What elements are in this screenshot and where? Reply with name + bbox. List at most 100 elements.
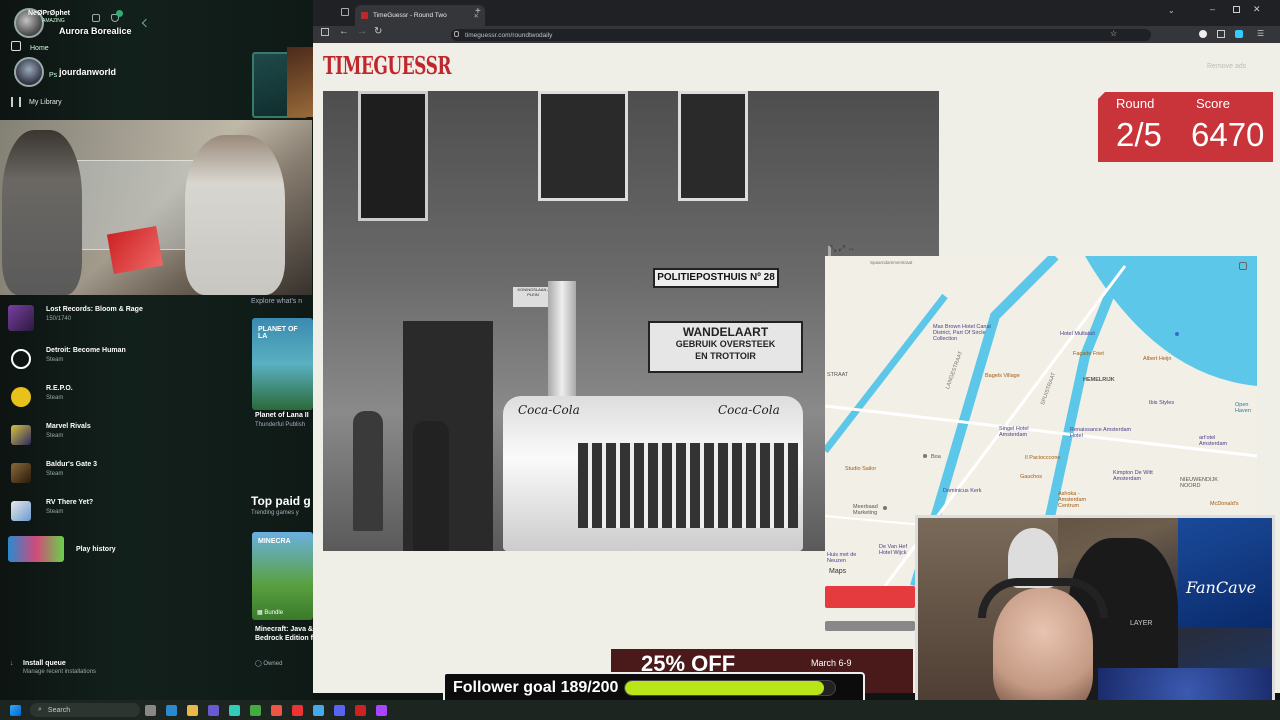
url-text: timeguessr.com/roundtwodaily [465, 31, 553, 39]
xbox-icon[interactable] [250, 704, 261, 716]
map-place[interactable]: Singel Hotel Amsterdam [999, 426, 1049, 438]
new-tab-button[interactable]: + [475, 6, 481, 17]
game-item-detroit[interactable]: Detroit: Become Human Steam [8, 346, 248, 372]
address-bar[interactable]: timeguessr.com/roundtwodaily [451, 29, 1151, 41]
score-label: Score [1196, 96, 1230, 111]
map-pin[interactable] [1175, 332, 1179, 336]
timeguessr-logo[interactable]: TIMEGUESSR [323, 53, 452, 81]
map-expand-icon[interactable] [1239, 262, 1247, 270]
nav-my-library[interactable]: My Library [11, 97, 62, 107]
discord-icon[interactable] [334, 704, 345, 716]
sign-line-2: GEBRUIK OVERSTEEK [675, 339, 776, 349]
play-history-item[interactable]: Play history [8, 536, 248, 562]
map-pin[interactable] [883, 506, 887, 510]
game-platform: Steam [46, 509, 64, 515]
nav-people-label: Ps [49, 72, 58, 79]
task-view-icon[interactable] [145, 704, 156, 716]
apple-maps-attribution: Maps [829, 568, 846, 575]
map-place[interactable]: McDonald's [1210, 501, 1239, 507]
minecraft-card[interactable]: MINECRA [252, 532, 313, 620]
webcam-overlay-shop [0, 120, 312, 295]
game-item-repo[interactable]: R.E.P.O. Steam [8, 384, 248, 410]
taskbar-search-label: Search [47, 706, 71, 714]
minimize-button[interactable]: – [1210, 4, 1215, 14]
map-district: STRAAT [827, 372, 849, 378]
app-icon-1[interactable] [229, 704, 240, 716]
tab-actions-icon[interactable] [341, 8, 349, 16]
map-place[interactable]: Ibis Styles [1149, 400, 1174, 406]
game-item-rv-there-yet[interactable]: RV There Yet? Steam [8, 498, 248, 524]
photo-window-1 [538, 91, 628, 201]
extension-icon-2[interactable] [1217, 30, 1225, 38]
maximize-button[interactable] [1233, 6, 1240, 13]
map-place[interactable]: art'otel Amsterdam [1199, 435, 1244, 447]
browser-menu-icon[interactable]: ☰ [1257, 29, 1264, 38]
map-place[interactable]: Studio Sailor [845, 466, 876, 472]
extension-icon-1[interactable] [1199, 30, 1207, 38]
map-place[interactable]: Meerbaad Marketing [853, 504, 893, 516]
notification-badge [116, 10, 123, 17]
tab-timeguessr[interactable]: TimeGuessr - Round Two ✕ [355, 5, 485, 26]
game-item-baldurs-gate[interactable]: Baldur's Gate 3 Steam [8, 460, 248, 486]
install-queue-title[interactable]: Install queue [23, 660, 66, 667]
map-place[interactable]: Hotel Multatuli [1060, 331, 1095, 337]
store-icon[interactable] [208, 704, 219, 716]
app-icon-3[interactable] [292, 704, 303, 716]
photo-street-sign: KONINGSLAAN / PLEIN [513, 287, 553, 307]
close-window-button[interactable]: ✕ [1253, 4, 1261, 15]
sidebar-toggle-icon[interactable] [321, 28, 329, 36]
tab-search-icon[interactable]: ⌄ [1168, 6, 1175, 15]
back-arrow-icon[interactable]: ← [339, 26, 349, 37]
follower-goal-progress-track [624, 680, 837, 696]
map-pin[interactable] [923, 454, 927, 458]
home-icon[interactable] [11, 41, 21, 51]
map-place[interactable]: Kimpton De Witt Amsterdam [1113, 470, 1168, 482]
rv-there-yet-icon [11, 501, 31, 521]
featured-game-art-2[interactable] [287, 47, 313, 117]
map-place[interactable]: Boa [931, 454, 941, 460]
friend-avatar-jourdanworld[interactable] [14, 57, 44, 87]
map-street: Spaarndammerstraat [870, 260, 913, 265]
app-icon-4[interactable] [355, 704, 366, 716]
site-info-icon[interactable] [454, 31, 459, 37]
nav-home-label[interactable]: Home [30, 45, 49, 52]
game-item-marvel-rivals[interactable]: Marvel Rivals Steam [8, 422, 248, 448]
windows-taskbar: ⌕ Search [0, 700, 1280, 720]
game-item-lost-records[interactable]: Lost Records: Bloom & Rage 150/1740 [8, 305, 248, 331]
map-place[interactable]: Renaissance Amsterdam Hotel [1070, 427, 1140, 439]
map-place[interactable]: De Van Hef Hotel Wijck [879, 544, 919, 556]
photo-person-1 [353, 411, 383, 531]
planet-of-lana-card[interactable]: PLANET OF LA [252, 318, 313, 410]
forward-arrow-icon[interactable]: → [357, 26, 367, 37]
sign-line-3: EN TROTTOIR [695, 351, 756, 361]
map-place[interactable]: Ashoka - Amsterdam Centrum [1058, 491, 1103, 509]
app-icon-5[interactable] [376, 704, 387, 716]
map-place[interactable]: Huis met de Neuzen [827, 552, 862, 564]
profile-status: AMAZING [42, 18, 65, 24]
remove-ads-link[interactable]: Remove ads [1207, 63, 1246, 70]
planet-of-lana-publisher: Thunderful Publish [255, 422, 306, 428]
minecraft-title: Minecraft: Java & [255, 626, 313, 633]
extension-icon-3[interactable] [1235, 30, 1243, 38]
app-icon-2[interactable] [271, 704, 282, 716]
settings-icon[interactable] [92, 14, 100, 22]
map-district: NIEUWENDIJK NOORD [1180, 477, 1218, 489]
chrome-icon[interactable] [313, 704, 324, 716]
map-place[interactable]: Façade Friet [1073, 351, 1104, 357]
repo-icon [11, 387, 31, 407]
bookmark-star-icon[interactable]: ☆ [1110, 29, 1117, 38]
map-place[interactable]: Il Paciocccone [1025, 455, 1060, 461]
reload-icon[interactable]: ↻ [374, 26, 382, 37]
map-place[interactable]: Max Brown Hotel Canal District, Part Of … [933, 324, 1003, 342]
edge-icon[interactable] [166, 704, 177, 716]
map-place[interactable]: Bagels Village [985, 373, 1020, 379]
submit-guess-button[interactable] [825, 586, 915, 608]
map-place[interactable]: Albert Heijn [1143, 356, 1171, 362]
map-resize-icons[interactable]: ⤡ ⤢ ⇔ [830, 244, 855, 254]
start-icon[interactable] [10, 704, 21, 716]
map-place[interactable]: Gauchos [1020, 474, 1042, 480]
taskbar-search-box[interactable]: ⌕ Search [30, 703, 140, 717]
map-place[interactable]: Dominicus Kerk [943, 488, 982, 494]
file-explorer-icon[interactable] [187, 704, 198, 716]
year-slider[interactable] [825, 621, 915, 631]
